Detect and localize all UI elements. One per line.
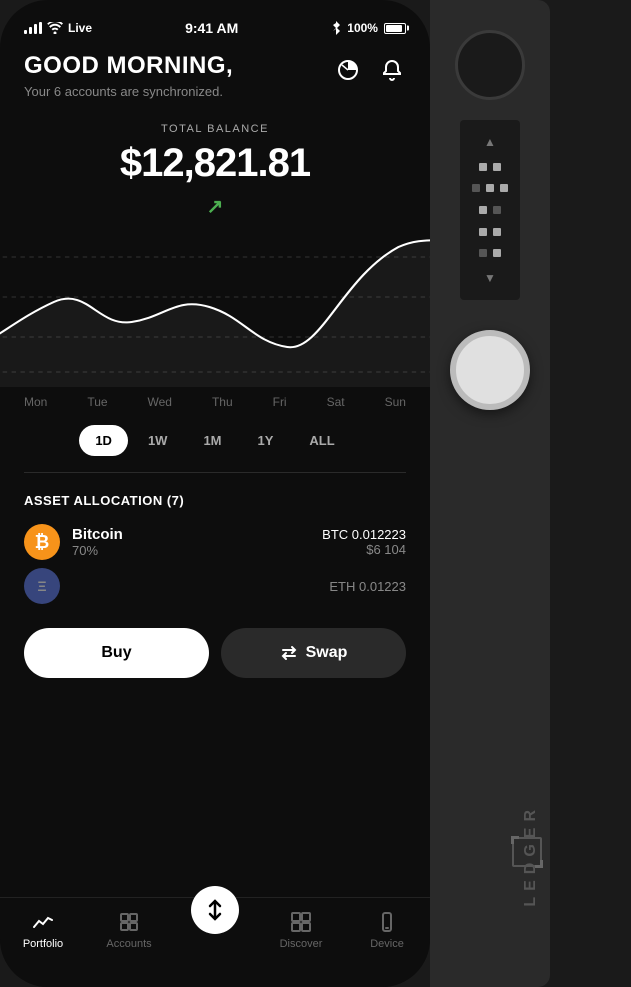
discover-icon: [289, 910, 313, 934]
swap-button[interactable]: Swap: [221, 628, 406, 678]
analytics-icon[interactable]: [334, 56, 362, 84]
day-wed: Wed: [148, 395, 172, 409]
wifi-icon: [47, 22, 63, 34]
asset-info: Bitcoin 70%: [72, 526, 310, 558]
ledger-pixel: [486, 184, 494, 192]
ledger-icon-row-4: [479, 228, 501, 236]
status-bar: Live 9:41 AM 100%: [0, 0, 430, 44]
swap-label: Swap: [306, 644, 348, 662]
transfer-button[interactable]: [191, 886, 239, 934]
header-icons: [334, 56, 406, 84]
carrier-label: Live: [68, 21, 92, 35]
ledger-pixel: [479, 228, 487, 236]
nav-portfolio-label: Portfolio: [23, 938, 63, 950]
ledger-pixel: [472, 184, 480, 192]
period-selector: 1D 1W 1M 1Y ALL: [0, 425, 430, 456]
ledger-up-arrow[interactable]: ▲: [484, 135, 496, 149]
period-all[interactable]: ALL: [293, 425, 350, 456]
ledger-pixel: [479, 163, 487, 171]
bluetooth-icon: [331, 21, 341, 35]
day-sun: Sun: [385, 395, 406, 409]
nav-transfer[interactable]: [172, 910, 258, 934]
ledger-screen: ▲ ▼: [460, 120, 520, 300]
nav-discover-label: Discover: [280, 938, 323, 950]
asset-usd: $6 104: [322, 542, 406, 557]
ledger-pixel: [493, 163, 501, 171]
battery-icon: [384, 23, 406, 34]
eth-asset-amount: ETH 0.01223: [329, 579, 406, 594]
asset-amount: BTC 0.012223: [322, 527, 406, 542]
ledger-label: LEDGER: [522, 804, 540, 907]
portfolio-icon: [31, 910, 55, 934]
signal-icon: [24, 22, 42, 34]
action-buttons: Buy Swap: [0, 612, 430, 694]
nav-device[interactable]: Device: [344, 910, 430, 950]
ledger-pixel: [493, 249, 501, 257]
change-arrow: ↗: [207, 194, 224, 219]
ledger-pixel: [479, 206, 487, 214]
asset-pct: 70%: [72, 543, 310, 558]
balance-amount: $12,821.81: [24, 141, 406, 186]
accounts-icon: [117, 910, 141, 934]
asset-name: Bitcoin: [72, 526, 310, 543]
bitcoin-icon: ₿: [24, 524, 60, 560]
period-1w[interactable]: 1W: [132, 425, 184, 456]
bottom-nav: Portfolio Accounts: [0, 897, 430, 987]
balance-change: ↗: [24, 194, 406, 219]
status-right: 100%: [331, 21, 406, 35]
ledger-device: ▲ ▼ LEDGER: [430, 0, 550, 987]
notification-icon[interactable]: [378, 56, 406, 84]
time-axis: Mon Tue Wed Thu Fri Sat Sun: [0, 395, 430, 409]
device-icon: [375, 910, 399, 934]
ledger-corner-tl: [511, 836, 519, 844]
nav-device-label: Device: [370, 938, 404, 950]
divider: [24, 472, 406, 473]
subtitle-text: Your 6 accounts are synchronized.: [24, 84, 406, 99]
nav-portfolio[interactable]: Portfolio: [0, 910, 86, 950]
asset-bitcoin[interactable]: ₿ Bitcoin 70% BTC 0.012223 $6 104: [0, 524, 430, 560]
buy-button[interactable]: Buy: [24, 628, 209, 678]
asset-allocation-title: ASSET ALLOCATION (7): [0, 493, 430, 508]
nav-accounts[interactable]: Accounts: [86, 910, 172, 950]
ledger-pixel: [500, 184, 508, 192]
ledger-down-arrow[interactable]: ▼: [484, 271, 496, 285]
day-fri: Fri: [273, 395, 287, 409]
period-1y[interactable]: 1Y: [242, 425, 290, 456]
balance-chart: [0, 227, 430, 387]
balance-label: TOTAL BALANCE: [24, 123, 406, 135]
transfer-icon: [204, 899, 226, 921]
status-left: Live: [24, 21, 92, 35]
eth-asset-value: ETH 0.01223: [329, 579, 406, 594]
ledger-pixel: [493, 228, 501, 236]
day-sat: Sat: [327, 395, 345, 409]
swap-icon: [280, 644, 298, 662]
phone-container: Live 9:41 AM 100%: [0, 0, 430, 987]
battery-pct: 100%: [347, 21, 378, 35]
asset-value: BTC 0.012223 $6 104: [322, 527, 406, 557]
ledger-icon-row-1: [479, 163, 501, 171]
status-time: 9:41 AM: [185, 20, 238, 36]
asset-eth-partial[interactable]: Ξ ETH 0.01223: [0, 568, 430, 604]
day-tue: Tue: [87, 395, 107, 409]
day-mon: Mon: [24, 395, 47, 409]
ledger-camera: [455, 30, 525, 100]
ledger-icon-row-2: [472, 184, 508, 192]
period-1d[interactable]: 1D: [79, 425, 128, 456]
nav-discover[interactable]: Discover: [258, 910, 344, 950]
ledger-pixel: [479, 249, 487, 257]
ledger-icon-row-3: [479, 206, 501, 214]
period-1m[interactable]: 1M: [187, 425, 237, 456]
eth-icon: Ξ: [24, 568, 60, 604]
ledger-pixel: [493, 206, 501, 214]
day-thu: Thu: [212, 395, 233, 409]
ledger-icon-row-5: [479, 249, 501, 257]
ledger-button[interactable]: [450, 330, 530, 410]
nav-accounts-label: Accounts: [106, 938, 151, 950]
